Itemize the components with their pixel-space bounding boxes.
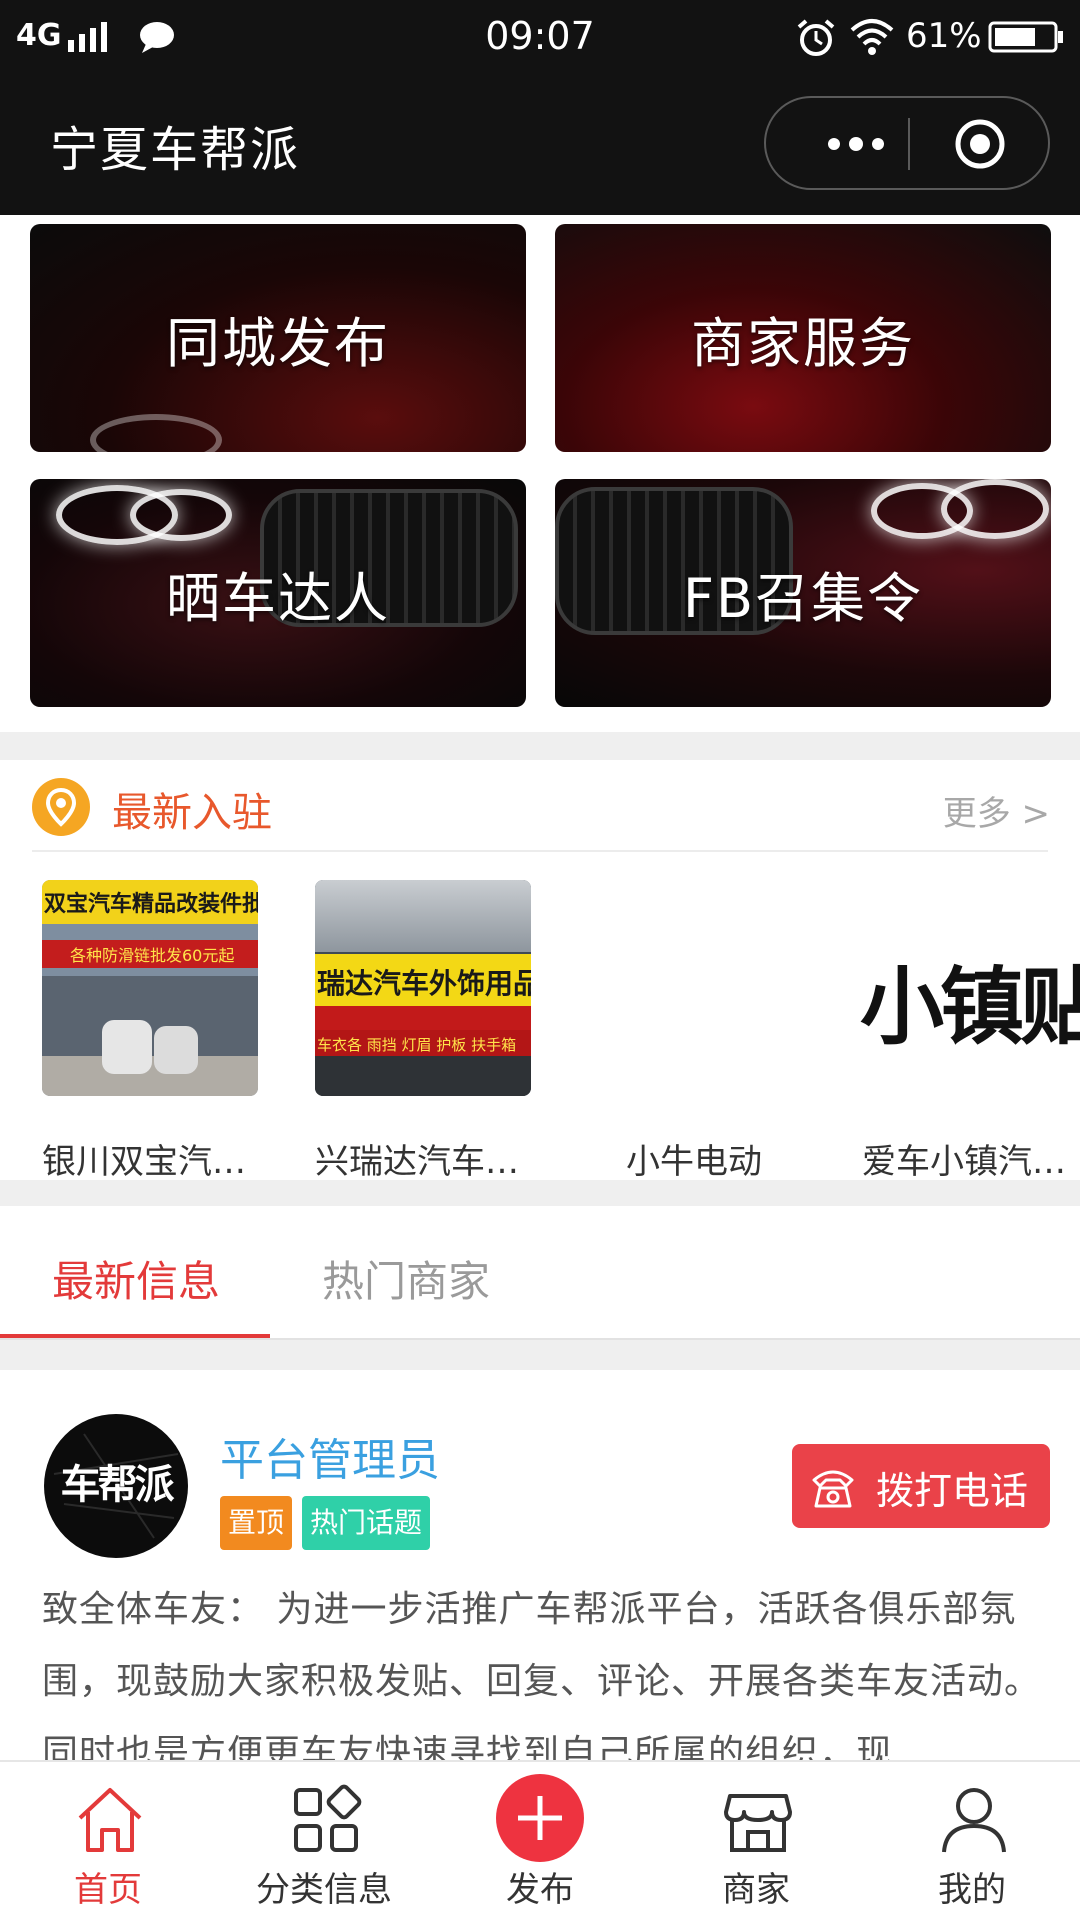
grid-icon xyxy=(294,1784,362,1852)
merchant-image: 小镇贴 xyxy=(860,880,1080,1096)
merchant-card[interactable]: 瑞达汽车外饰用品 车衣各 雨挡 灯眉 护板 扶手箱 兴瑞达汽车… xyxy=(315,880,531,1182)
nav-item-publish[interactable]: 发布 xyxy=(432,1762,648,1922)
merchant-image xyxy=(588,880,804,1096)
nav-item-merchants[interactable]: 商家 xyxy=(648,1762,864,1922)
category-tile-local-post[interactable]: 同城发布 xyxy=(30,224,526,452)
merchant-card[interactable]: 小牛电动 xyxy=(588,880,804,1182)
avatar-text: 车帮派 xyxy=(60,1462,175,1508)
shop-sign-text: 双宝汽车精品改装件批 xyxy=(44,892,258,917)
merchant-name: 小牛电动 xyxy=(626,1142,762,1182)
category-tile-fb-rally[interactable]: FB召集令 xyxy=(555,479,1051,707)
page-title: 宁夏车帮派 xyxy=(50,122,301,178)
section-title: 最新入驻 xyxy=(112,790,272,836)
location-pin-icon xyxy=(32,778,90,836)
pinned-badge: 置顶 xyxy=(220,1496,293,1550)
merchant-card[interactable]: 小镇贴 爱车小镇汽… xyxy=(860,880,1080,1182)
nav-item-categories[interactable]: 分类信息 xyxy=(216,1762,432,1922)
more-icon[interactable] xyxy=(806,120,906,168)
user-icon xyxy=(942,1788,1006,1853)
more-link[interactable]: 更多 > xyxy=(943,786,1050,835)
avatar[interactable]: 车帮派 xyxy=(44,1414,188,1558)
merchant-image: 瑞达汽车外饰用品 车衣各 雨挡 灯眉 护板 扶手箱 xyxy=(315,880,531,1096)
mini-program-capsule xyxy=(764,96,1050,190)
battery-percent: 61% xyxy=(906,16,982,56)
phone-icon xyxy=(812,1470,854,1508)
merchant-logo: 小镇贴 xyxy=(860,957,1080,1056)
plus-icon xyxy=(496,1774,584,1862)
merchant-card[interactable]: 双宝汽车精品改装件批 各种防滑链批发60元起 银川双宝汽… xyxy=(42,880,258,1182)
tab-hot-merchants[interactable]: 热门商家 xyxy=(322,1248,490,1309)
wifi-icon xyxy=(850,19,894,55)
category-tile-merchant-service[interactable]: 商家服务 xyxy=(555,224,1051,452)
status-bar: 4G 09:07 61% xyxy=(0,0,1080,76)
home-icon xyxy=(78,1788,142,1852)
capsule-divider xyxy=(908,118,910,170)
post-content[interactable]: 致全体车友： 为进一步活推广车帮派平台，活跃各俱乐部氛围，现鼓励大家积极发贴、回… xyxy=(42,1574,1052,1770)
app-header: 4G 09:07 61% 宁夏车帮派 xyxy=(0,0,1080,215)
nav-label: 商家 xyxy=(722,1870,790,1910)
shop-icon xyxy=(724,1794,792,1852)
shop-sign-text: 瑞达汽车外饰用品 xyxy=(317,967,531,1000)
nav-item-home[interactable]: 首页 xyxy=(0,1762,216,1922)
hot-topic-badge: 热门话题 xyxy=(302,1496,431,1550)
section-divider xyxy=(0,732,1080,760)
category-label: 同城发布 xyxy=(166,311,390,375)
merchant-name: 银川双宝汽… xyxy=(42,1142,246,1182)
post-author[interactable]: 平台管理员 xyxy=(220,1424,440,1488)
category-label: 晒车达人 xyxy=(166,566,390,630)
category-label: 商家服务 xyxy=(691,311,915,375)
merchant-name: 爱车小镇汽… xyxy=(862,1142,1066,1182)
nav-label: 发布 xyxy=(506,1870,574,1910)
nav-label: 我的 xyxy=(938,1870,1006,1910)
merchant-name: 兴瑞达汽车… xyxy=(315,1142,519,1182)
alarm-icon xyxy=(797,19,835,56)
category-tile-car-show[interactable]: 晒车达人 xyxy=(30,479,526,707)
call-button-label: 拨打电话 xyxy=(876,1469,1029,1513)
shop-banner-text: 车衣各 雨挡 灯眉 护板 扶手箱 xyxy=(317,1036,517,1054)
nav-label: 分类信息 xyxy=(256,1870,392,1910)
section-divider xyxy=(0,1340,1080,1370)
tab-latest-info[interactable]: 最新信息 xyxy=(52,1248,220,1309)
section-divider xyxy=(0,1180,1080,1206)
battery-icon xyxy=(988,21,1063,53)
merchant-image: 双宝汽车精品改装件批 各种防滑链批发60元起 xyxy=(42,880,258,1096)
nav-item-profile[interactable]: 我的 xyxy=(864,1762,1080,1922)
category-label: FB召集令 xyxy=(682,566,924,630)
close-icon[interactable] xyxy=(952,116,1008,172)
nav-label: 首页 xyxy=(74,1870,142,1910)
section-divider-line xyxy=(32,850,1048,852)
call-button[interactable]: 拨打电话 xyxy=(792,1444,1050,1528)
shop-banner-text: 各种防滑链批发60元起 xyxy=(70,946,235,965)
bottom-nav: 首页 分类信息 发布 商家 我的 xyxy=(0,1760,1080,1922)
